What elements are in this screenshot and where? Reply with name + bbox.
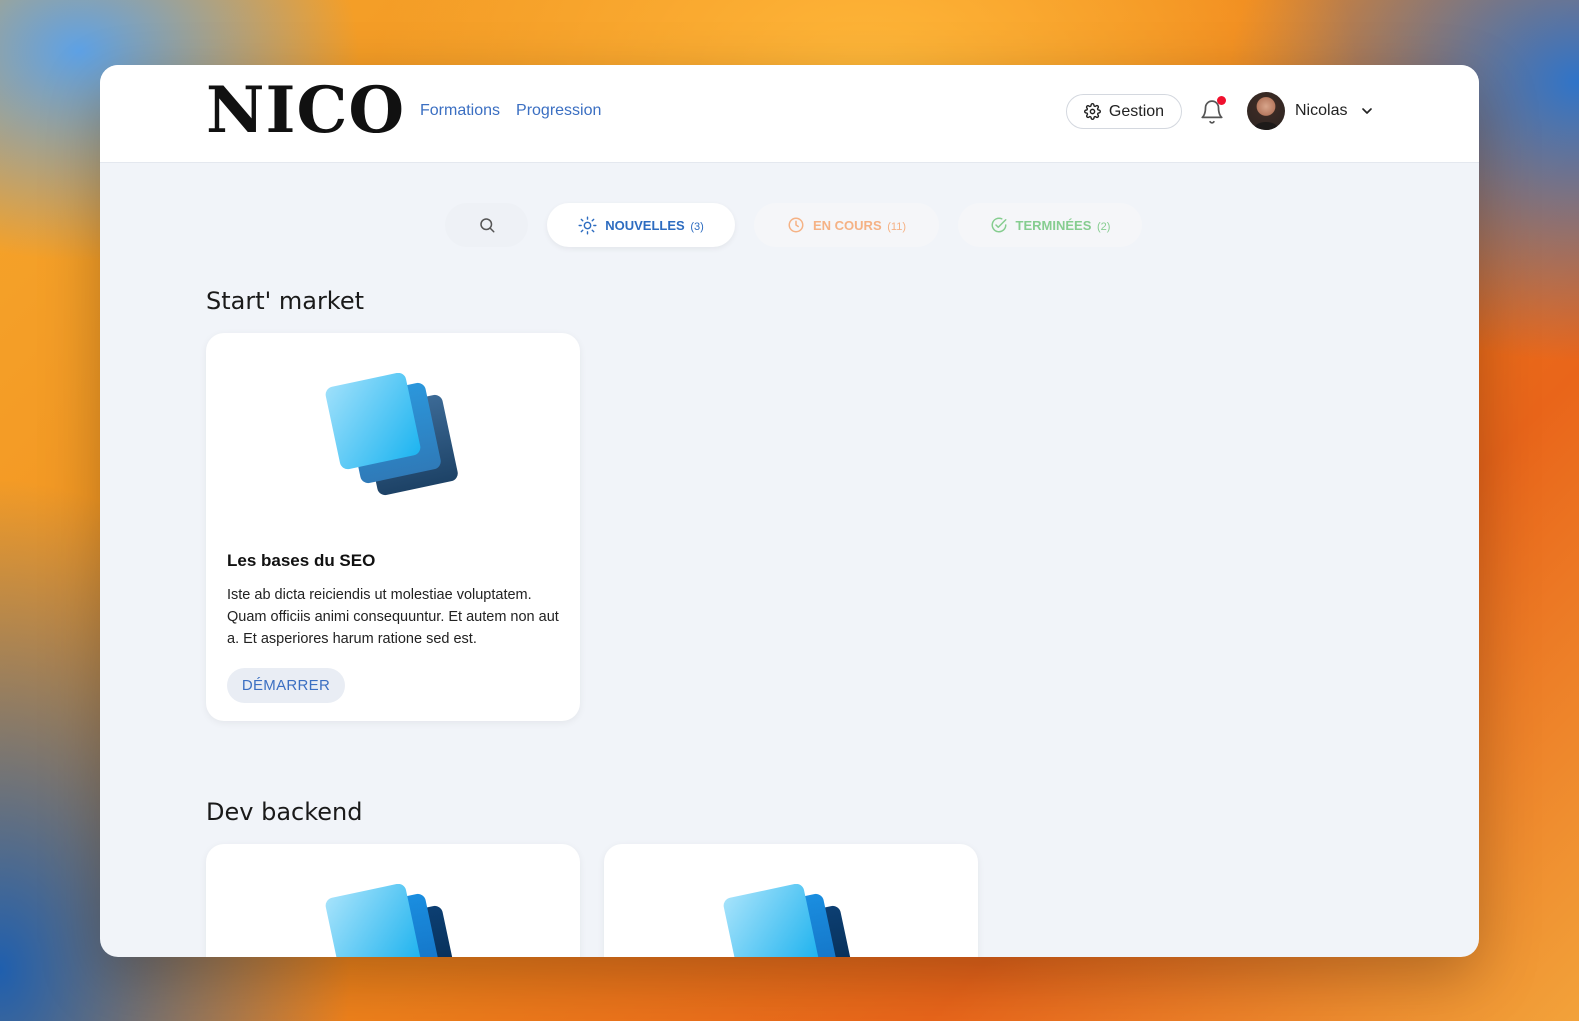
clock-icon [788, 217, 804, 233]
filter-nouvelles-label: NOUVELLES [605, 217, 685, 233]
chevron-down-icon [1362, 108, 1373, 114]
app-window: NICO Formations Progression Gestion Nico… [100, 65, 1479, 957]
filter-en-cours[interactable]: EN COURS (11) [754, 203, 939, 247]
layers-illustration [325, 884, 458, 957]
filter-nouvelles[interactable]: NOUVELLES (3) [547, 203, 735, 247]
logo[interactable]: NICO [206, 79, 405, 143]
gear-icon [1083, 103, 1101, 120]
filter-terminees[interactable]: TERMINÉES (2) [958, 203, 1142, 247]
section-title-dev-backend: Dev backend [206, 798, 363, 826]
layers-illustration [723, 884, 856, 957]
user-name: Nicolas [1295, 102, 1348, 119]
course-card[interactable] [604, 844, 978, 957]
start-button[interactable]: DÉMARRER [227, 668, 345, 703]
filter-en-cours-label: EN COURS [813, 217, 882, 233]
filter-terminees-label: TERMINÉES [1015, 217, 1092, 233]
avatar [1247, 92, 1285, 130]
nav-progression[interactable]: Progression [516, 102, 601, 120]
course-card[interactable] [206, 844, 580, 957]
search-icon [479, 218, 494, 233]
user-menu[interactable]: Nicolas [1247, 92, 1375, 130]
gestion-label: Gestion [1108, 102, 1165, 120]
filter-en-cours-count: (11) [887, 220, 906, 233]
search-button[interactable] [445, 203, 528, 247]
section-title-start-market: Start' market [206, 287, 365, 315]
nav-formations[interactable]: Formations [420, 102, 500, 120]
gestion-button[interactable]: Gestion [1066, 94, 1182, 129]
main-nav: Formations Progression [420, 102, 601, 120]
sun-icon [578, 215, 597, 235]
notification-badge [1217, 96, 1226, 105]
filter-bar: NOUVELLES (3) EN COURS (11) TERMINÉES (2… [100, 203, 1479, 247]
filter-nouvelles-count: (3) [690, 220, 704, 233]
filter-terminees-count: (2) [1097, 220, 1111, 233]
top-header: NICO Formations Progression Gestion Nico… [100, 65, 1479, 163]
card-description: Iste ab dicta reiciendis ut molestiae vo… [227, 587, 559, 647]
layers-illustration [325, 373, 458, 496]
course-card[interactable]: Les bases du SEO Iste ab dicta reiciendi… [206, 333, 580, 721]
check-circle-icon [991, 217, 1007, 233]
card-title: Les bases du SEO [227, 551, 376, 570]
